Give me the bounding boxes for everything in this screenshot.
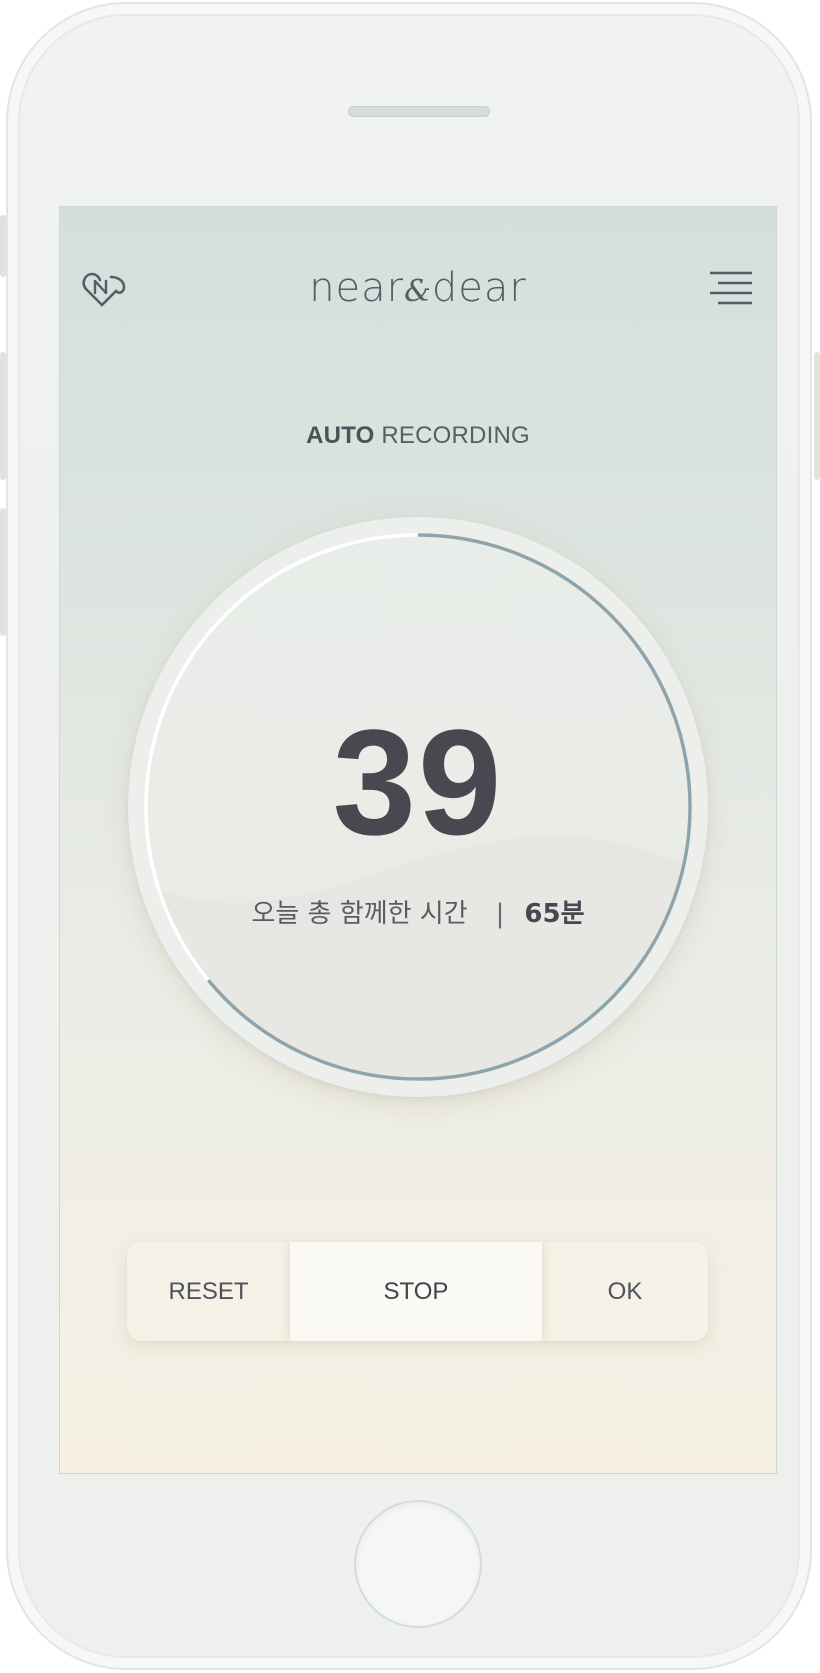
- mode-label-bold: AUTO: [306, 422, 375, 449]
- side-button-power: [814, 352, 820, 480]
- sensor-area: [242, 86, 332, 148]
- brand-logo: near&dear: [60, 265, 776, 311]
- mode-label-rest: RECORDING: [381, 422, 530, 449]
- earpiece-speaker: [348, 106, 490, 117]
- today-total-label: 오늘 총 함께한 시간: [251, 899, 468, 929]
- app-screen: near&dear AUTO RECORDING 39 오늘 총 함께한 시간 …: [59, 206, 777, 1474]
- control-button-bar: RESET STOP OK: [127, 1242, 708, 1341]
- today-total-value: 65분: [524, 899, 585, 929]
- brand-name-left: near: [309, 265, 405, 311]
- reset-button[interactable]: RESET: [127, 1242, 290, 1341]
- recording-mode-label: AUTO RECORDING: [60, 422, 776, 450]
- timer-dial: 39 오늘 총 함께한 시간 | 65분: [128, 517, 708, 1097]
- phone-body: near&dear AUTO RECORDING 39 오늘 총 함께한 시간 …: [6, 2, 812, 1670]
- home-button[interactable]: [354, 1500, 482, 1628]
- stop-button[interactable]: STOP: [290, 1242, 542, 1341]
- brand-name-right: dear: [431, 265, 527, 311]
- elapsed-count: 39: [332, 698, 504, 866]
- device-frame-area: near&dear AUTO RECORDING 39 오늘 총 함께한 시간 …: [0, 0, 820, 1673]
- stat-separator: |: [495, 899, 505, 929]
- front-camera-area: [386, 34, 474, 78]
- ok-button[interactable]: OK: [542, 1242, 708, 1341]
- hamburger-menu-icon[interactable]: [708, 269, 754, 309]
- brand-ampersand: &: [404, 274, 432, 309]
- today-total-row: 오늘 총 함께한 시간 | 65분: [128, 893, 708, 930]
